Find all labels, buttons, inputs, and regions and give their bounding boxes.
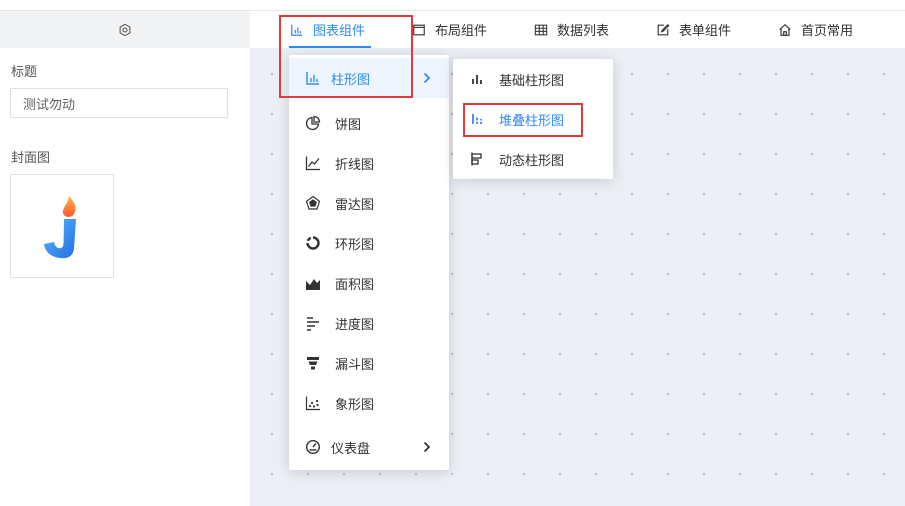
cover-label: 封面图	[11, 151, 51, 166]
tab-label: 布局组件	[435, 24, 488, 39]
menu-item-label: 仪表盘	[331, 441, 371, 457]
title-label: 标题	[11, 65, 38, 80]
ring-chart-icon	[306, 236, 320, 250]
gear-icon[interactable]	[118, 23, 132, 37]
area-chart-icon	[306, 279, 320, 290]
bar-chart-icon	[290, 23, 304, 37]
submenu-item-label: 基础柱形图	[499, 73, 565, 89]
chevron-right-icon	[423, 441, 431, 453]
tab-chart-components[interactable]: 图表组件	[290, 11, 365, 48]
menu-item-label: 环形图	[335, 237, 375, 253]
chevron-right-icon	[423, 72, 431, 84]
submenu-item-basic-bar[interactable]: 基础柱形图	[453, 59, 613, 99]
basic-bar-icon	[472, 75, 482, 84]
menu-item-ring-chart[interactable]: 环形图	[289, 223, 449, 263]
menu-item-funnel-chart[interactable]: 漏斗图	[289, 343, 449, 383]
menu-item-label: 折线图	[335, 157, 375, 173]
tab-label: 图表组件	[313, 24, 366, 39]
tab-home-common[interactable]: 首页常用	[778, 11, 853, 48]
edit-form-icon	[656, 23, 670, 37]
menu-item-label: 面积图	[335, 277, 375, 293]
submenu-item-label: 动态柱形图	[499, 153, 565, 169]
menu-item-label: 进度图	[335, 317, 375, 333]
cover-image-upload[interactable]	[10, 174, 114, 278]
stacked-bar-icon	[472, 114, 482, 124]
bar-chart-icon	[306, 72, 319, 85]
dynamic-bar-icon	[471, 152, 482, 166]
menu-item-label: 柱形图	[331, 72, 371, 88]
menu-item-pie-chart[interactable]: 饼图	[289, 103, 449, 143]
tab-label: 数据列表	[557, 24, 610, 39]
tab-layout-components[interactable]: 布局组件	[412, 11, 487, 48]
tab-data-list[interactable]: 数据列表	[534, 11, 609, 48]
bar-chart-submenu: 基础柱形图 堆叠柱形图 动态柱形图	[453, 59, 613, 179]
menu-item-gauge[interactable]: 仪表盘	[289, 427, 449, 467]
cover-logo-image	[44, 196, 76, 259]
submenu-item-label: 堆叠柱形图	[499, 113, 565, 129]
home-icon	[778, 23, 792, 37]
menu-item-bar-chart[interactable]: 柱形图	[289, 58, 449, 98]
tab-label: 首页常用	[801, 24, 854, 39]
menu-item-label: 雷达图	[335, 197, 375, 213]
tab-form-components[interactable]: 表单组件	[656, 11, 731, 48]
table-icon	[534, 23, 548, 37]
menu-item-label: 象形图	[335, 397, 375, 413]
gauge-icon	[305, 439, 321, 455]
settings-header	[0, 11, 250, 48]
menu-item-area-chart[interactable]: 面积图	[289, 263, 449, 303]
menu-item-label: 饼图	[335, 117, 362, 133]
menu-item-radar-chart[interactable]: 雷达图	[289, 183, 449, 223]
menu-item-line-chart[interactable]: 折线图	[289, 143, 449, 183]
radar-chart-icon	[305, 195, 321, 210]
component-tabs: 图表组件 布局组件 数据列表 表单组件 首页常用	[250, 11, 905, 48]
submenu-item-dynamic-bar[interactable]: 动态柱形图	[453, 139, 613, 179]
menu-item-progress-chart[interactable]: 进度图	[289, 303, 449, 343]
tab-label: 表单组件	[679, 24, 732, 39]
menu-item-pictorial-chart[interactable]: 象形图	[289, 383, 449, 423]
pictorial-chart-icon	[305, 396, 320, 411]
layout-icon	[412, 23, 426, 37]
submenu-item-stacked-bar[interactable]: 堆叠柱形图	[453, 99, 613, 139]
chart-type-menu: 柱形图 饼图 折线图 雷达图 环形图 面积图 进度图 漏斗图 象形图 仪表盘	[289, 55, 449, 470]
menu-item-label: 漏斗图	[335, 357, 375, 373]
title-input[interactable]	[10, 88, 228, 118]
pie-chart-icon	[305, 115, 321, 131]
progress-chart-icon	[307, 317, 319, 331]
funnel-chart-icon	[307, 357, 319, 370]
line-chart-icon	[305, 156, 320, 171]
